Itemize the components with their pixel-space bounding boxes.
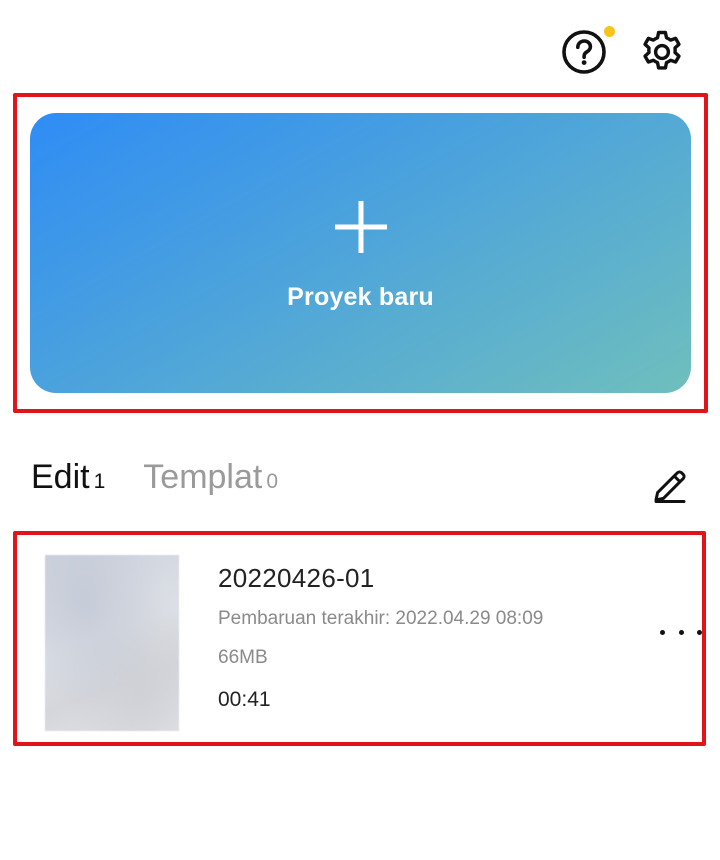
pencil-icon[interactable] xyxy=(648,464,692,508)
tab-templat[interactable]: Templat 0 xyxy=(143,458,278,497)
project-last-updated: Pembaruan terakhir: 2022.04.29 08:09 xyxy=(218,608,544,629)
more-dot xyxy=(697,629,702,635)
new-project-label: Proyek baru xyxy=(287,282,434,311)
notification-dot xyxy=(604,26,615,37)
project-duration: 00:41 xyxy=(218,688,271,711)
tab-edit[interactable]: Edit 1 xyxy=(31,458,105,497)
tab-edit-count: 1 xyxy=(93,470,106,493)
project-tabs: Edit 1 Templat 0 xyxy=(31,458,278,497)
plus-icon xyxy=(334,200,387,253)
help-icon[interactable] xyxy=(560,28,608,76)
tab-edit-label: Edit xyxy=(31,458,90,496)
project-size: 66MB xyxy=(218,647,268,668)
more-dot xyxy=(678,629,684,635)
settings-icon[interactable] xyxy=(638,28,686,76)
new-project-button[interactable]: Proyek baru xyxy=(30,113,691,393)
project-thumbnail xyxy=(45,555,179,731)
project-list-item[interactable]: 20220426-01 Pembaruan terakhir: 2022.04.… xyxy=(17,535,702,742)
project-name: 20220426-01 xyxy=(218,563,375,593)
tab-templat-count: 0 xyxy=(266,470,279,493)
more-dot xyxy=(660,629,665,635)
projects-screen: Proyek baru Edit 1 Templat 0 20220426-01… xyxy=(0,0,720,860)
more-options-button[interactable] xyxy=(660,617,702,647)
tab-templat-label: Templat xyxy=(143,458,263,496)
